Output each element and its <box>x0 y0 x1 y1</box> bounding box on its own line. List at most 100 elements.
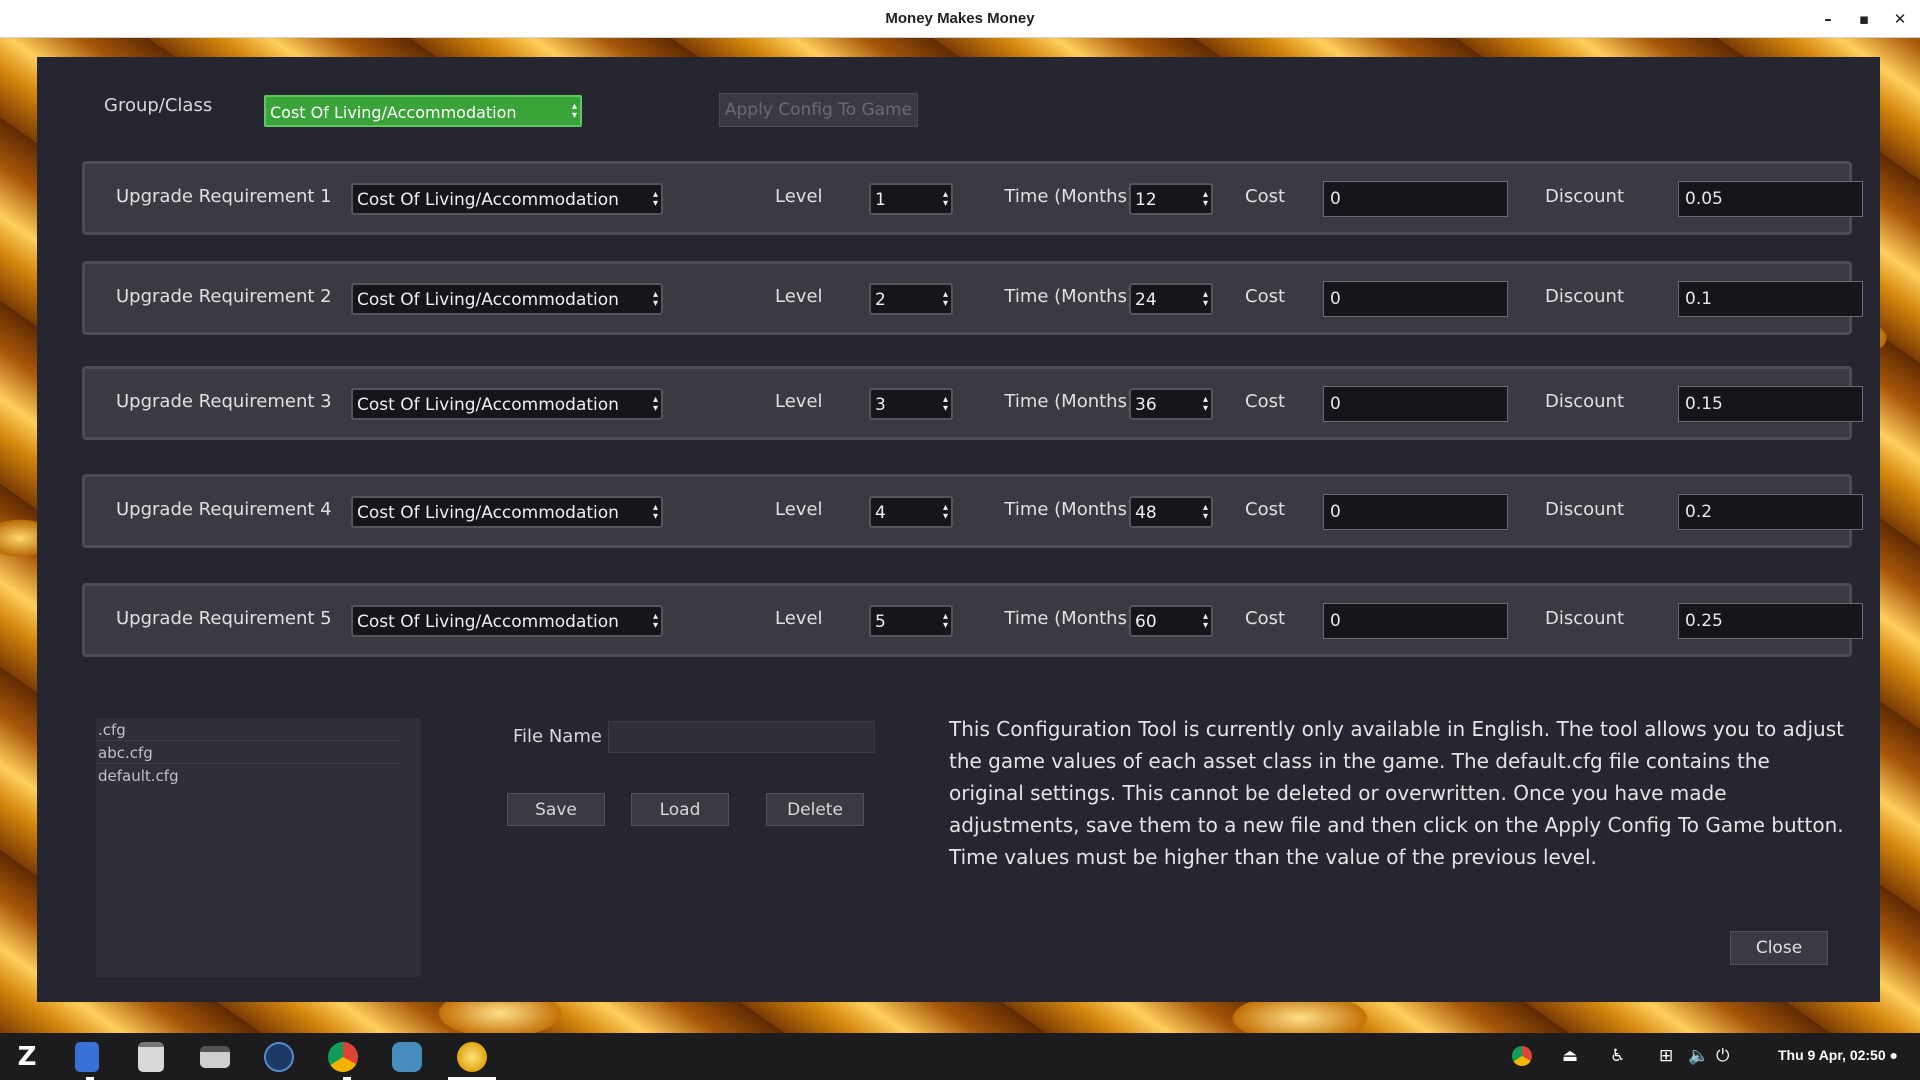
requirement-class-select[interactable]: Cost Of Living/Accommodation ▴ ▾ <box>351 388 663 420</box>
spinner-icon: ▴ ▾ <box>942 502 948 522</box>
level-label: Level <box>775 286 823 307</box>
config-file-list[interactable]: .cfg abc.cfg default.cfg <box>96 718 421 977</box>
discount-input[interactable]: 0.15 <box>1678 386 1863 422</box>
level-select[interactable]: 3 ▴ ▾ <box>869 388 953 420</box>
level-label: Level <box>775 608 823 629</box>
time-value: 48 <box>1135 503 1157 523</box>
level-value: 4 <box>875 503 886 523</box>
level-value: 2 <box>875 290 886 310</box>
config-tool-window: Group/Class Cost Of Living/Accommodation… <box>37 57 1880 1002</box>
group-class-select[interactable]: Cost Of Living/Accommodation ▴ ▾ <box>264 95 582 127</box>
cost-label: Cost <box>1245 186 1286 207</box>
time-select[interactable]: 12 ▴ ▾ <box>1129 183 1213 215</box>
money-app-icon[interactable] <box>457 1042 487 1072</box>
list-item[interactable]: default.cfg <box>96 764 401 787</box>
cost-input[interactable]: 0 <box>1323 386 1508 422</box>
spinner-icon: ▴ ▾ <box>942 189 948 209</box>
discount-input[interactable]: 0.05 <box>1678 181 1863 217</box>
spinner-icon: ▴ ▾ <box>1202 289 1208 309</box>
requirement-label: Upgrade Requirement 4 <box>116 499 332 520</box>
upgrade-requirement-row: Upgrade Requirement 5 Cost Of Living/Acc… <box>82 583 1863 657</box>
discount-label: Discount <box>1545 186 1625 207</box>
chrome-icon[interactable] <box>328 1042 358 1072</box>
spinner-icon: ▴ ▾ <box>942 394 948 414</box>
spinner-icon: ▴ ▾ <box>1202 611 1208 631</box>
requirement-class-value: Cost Of Living/Accommodation <box>357 612 619 632</box>
steam-icon[interactable] <box>264 1042 294 1072</box>
godot-icon[interactable] <box>392 1042 422 1072</box>
file-name-label: File Name <box>513 726 602 747</box>
delete-button[interactable]: Delete <box>766 793 864 826</box>
time-label: Time (Months) <box>1004 286 1134 307</box>
close-button[interactable]: Close <box>1730 931 1828 965</box>
time-select[interactable]: 36 ▴ ▾ <box>1129 388 1213 420</box>
clipboard-icon[interactable] <box>138 1042 164 1072</box>
cost-input[interactable]: 0 <box>1323 181 1508 217</box>
cost-input[interactable]: 0 <box>1323 494 1508 530</box>
requirement-class-value: Cost Of Living/Accommodation <box>357 395 619 415</box>
discount-input[interactable]: 0.2 <box>1678 494 1863 530</box>
network-icon[interactable]: ⊞ <box>1659 1046 1673 1066</box>
level-label: Level <box>775 391 823 412</box>
apply-config-button[interactable]: Apply Config To Game <box>719 93 918 127</box>
list-item[interactable]: .cfg <box>96 718 401 741</box>
eject-icon[interactable]: ⏏ <box>1562 1046 1578 1066</box>
cost-input[interactable]: 0 <box>1323 281 1508 317</box>
spinner-icon: ▴ ▾ <box>942 289 948 309</box>
level-select[interactable]: 1 ▴ ▾ <box>869 183 953 215</box>
close-window-icon[interactable]: ✕ <box>1887 6 1913 32</box>
discount-input[interactable]: 0.1 <box>1678 281 1863 317</box>
time-value: 24 <box>1135 290 1157 310</box>
save-button[interactable]: Save <box>507 793 605 826</box>
zorin-menu-icon[interactable]: Z <box>12 1042 42 1072</box>
time-value: 60 <box>1135 612 1157 632</box>
requirement-label: Upgrade Requirement 5 <box>116 608 332 629</box>
requirement-class-select[interactable]: Cost Of Living/Accommodation ▴ ▾ <box>351 283 663 315</box>
cost-input[interactable]: 0 <box>1323 603 1508 639</box>
discount-label: Discount <box>1545 499 1625 520</box>
time-select[interactable]: 60 ▴ ▾ <box>1129 605 1213 637</box>
discount-label: Discount <box>1545 286 1625 307</box>
time-select[interactable]: 48 ▴ ▾ <box>1129 496 1213 528</box>
files-icon[interactable] <box>75 1042 99 1072</box>
upgrade-requirement-row: Upgrade Requirement 3 Cost Of Living/Acc… <box>82 366 1863 440</box>
clock[interactable]: Thu 9 Apr, 02:50 ● <box>1778 1047 1898 1063</box>
requirement-class-select[interactable]: Cost Of Living/Accommodation ▴ ▾ <box>351 496 663 528</box>
requirement-class-select[interactable]: Cost Of Living/Accommodation ▴ ▾ <box>351 605 663 637</box>
level-select[interactable]: 2 ▴ ▾ <box>869 283 953 315</box>
requirement-class-value: Cost Of Living/Accommodation <box>357 290 619 310</box>
time-value: 36 <box>1135 395 1157 415</box>
scanner-icon[interactable] <box>200 1046 230 1068</box>
spinner-icon: ▴ ▾ <box>1202 502 1208 522</box>
requirement-label: Upgrade Requirement 1 <box>116 186 332 207</box>
requirement-class-value: Cost Of Living/Accommodation <box>357 190 619 210</box>
chrome-tray-icon[interactable] <box>1512 1046 1532 1066</box>
spinner-icon: ▴ ▾ <box>942 611 948 631</box>
list-item[interactable]: abc.cfg <box>96 741 401 764</box>
requirement-class-select[interactable]: Cost Of Living/Accommodation ▴ ▾ <box>351 183 663 215</box>
cost-label: Cost <box>1245 608 1286 629</box>
power-icon[interactable]: ⏻ <box>1716 1046 1729 1066</box>
spinner-icon: ▴ ▾ <box>652 502 658 522</box>
cost-label: Cost <box>1245 286 1286 307</box>
description-text: This Configuration Tool is currently onl… <box>949 717 1844 869</box>
cost-label: Cost <box>1245 391 1286 412</box>
level-label: Level <box>775 499 823 520</box>
minimize-icon[interactable]: – <box>1815 6 1841 32</box>
level-label: Level <box>775 186 823 207</box>
accessibility-icon[interactable]: ♿ <box>1610 1046 1625 1066</box>
discount-input[interactable]: 0.25 <box>1678 603 1863 639</box>
maximize-icon[interactable]: ▪ <box>1851 6 1877 32</box>
level-select[interactable]: 5 ▴ ▾ <box>869 605 953 637</box>
level-value: 3 <box>875 395 886 415</box>
file-name-input[interactable] <box>608 721 875 753</box>
spinner-icon: ▴ ▾ <box>652 189 658 209</box>
level-select[interactable]: 4 ▴ ▾ <box>869 496 953 528</box>
window-titlebar: Money Makes Money – ▪ ✕ <box>0 0 1920 38</box>
time-select[interactable]: 24 ▴ ▾ <box>1129 283 1213 315</box>
time-label: Time (Months) <box>1004 499 1134 520</box>
spinner-icon: ▴ ▾ <box>1202 394 1208 414</box>
load-button[interactable]: Load <box>631 793 729 826</box>
level-value: 5 <box>875 612 886 632</box>
volume-icon[interactable]: 🔈 <box>1688 1046 1709 1066</box>
